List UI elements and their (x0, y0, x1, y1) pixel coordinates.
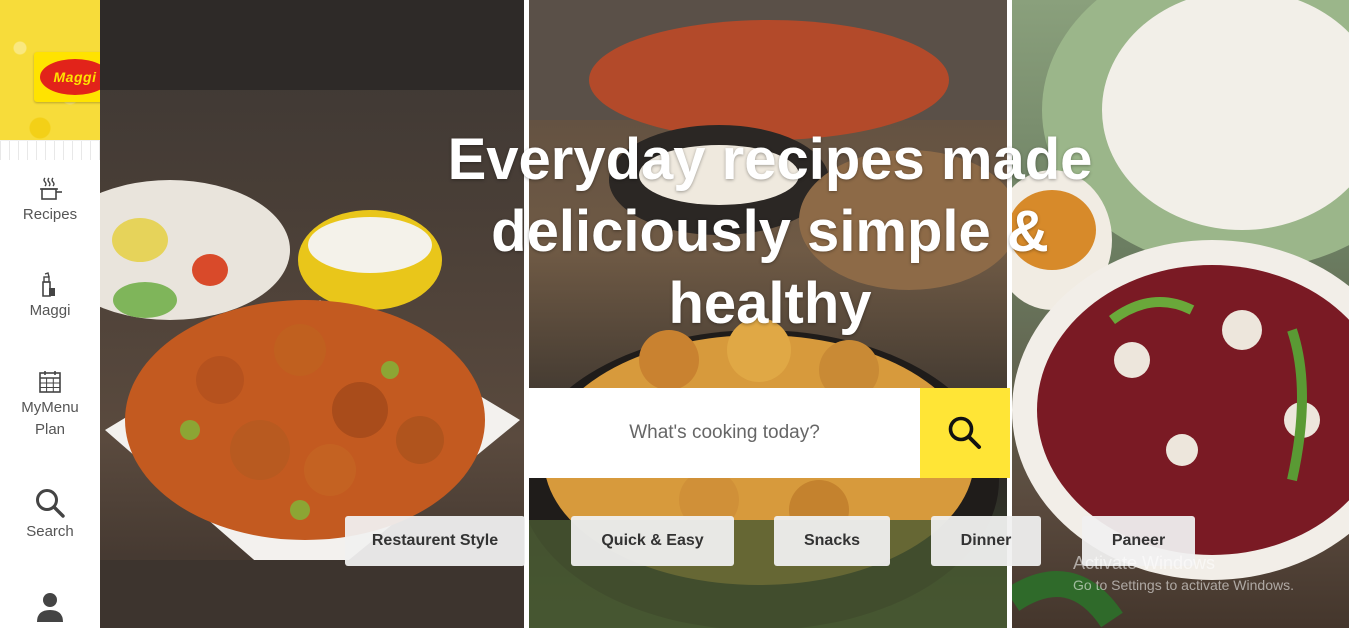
chip-snacks[interactable]: Snacks (774, 516, 890, 566)
search-input[interactable]: What's cooking today? (529, 388, 920, 478)
sidebar-item-label: Maggi (29, 302, 71, 319)
user-icon (37, 593, 63, 622)
chip-restaurent-style[interactable]: Restaurent Style (345, 516, 525, 566)
chip-label: Paneer (1111, 532, 1166, 549)
sidebar: Maggi Recipes Maggi MyMenu Plan Search (0, 0, 116, 628)
search-icon (36, 489, 65, 518)
search-icon (948, 416, 981, 449)
cooking-pot-icon (40, 177, 62, 200)
search-button[interactable] (920, 388, 1010, 478)
sidebar-item-mymenu-plan[interactable]: MyMenu Plan (0, 369, 100, 441)
chip-label: Dinner (960, 532, 1012, 549)
windows-activation-watermark: Activate Windows Go to Settings to activ… (1073, 552, 1294, 596)
chip-dinner[interactable]: Dinner (931, 516, 1041, 566)
sidebar-item-recipes[interactable]: Recipes (0, 176, 100, 226)
sidebar-item-label: Plan (34, 421, 66, 438)
hero-section: Everyday recipes made deliciously simple… (100, 0, 1349, 628)
hero-title: Everyday recipes made deliciously simple… (447, 127, 1093, 336)
chip-quick-easy[interactable]: Quick & Easy (571, 516, 734, 566)
sidebar-item-search[interactable]: Search (0, 487, 100, 543)
watermark-subtitle: Go to Settings to activate Windows. (1073, 577, 1294, 593)
chip-label: Snacks (803, 532, 861, 549)
calendar-icon (39, 371, 61, 393)
chip-label: Restaurent Style (371, 532, 499, 549)
sidebar-item-maggi[interactable]: Maggi (0, 272, 100, 322)
bottle-icon (42, 272, 55, 297)
watermark-title: Activate Windows (1073, 553, 1216, 573)
chip-label: Quick & Easy (601, 532, 704, 549)
sidebar-item-label: MyMenu (21, 399, 79, 416)
sidebar-item-label: Search (26, 523, 74, 540)
search-placeholder: What's cooking today? (629, 422, 820, 443)
sidebar-item-account[interactable] (0, 590, 100, 624)
sidebar-item-label: Recipes (22, 206, 78, 223)
brand-ruler (0, 140, 100, 160)
